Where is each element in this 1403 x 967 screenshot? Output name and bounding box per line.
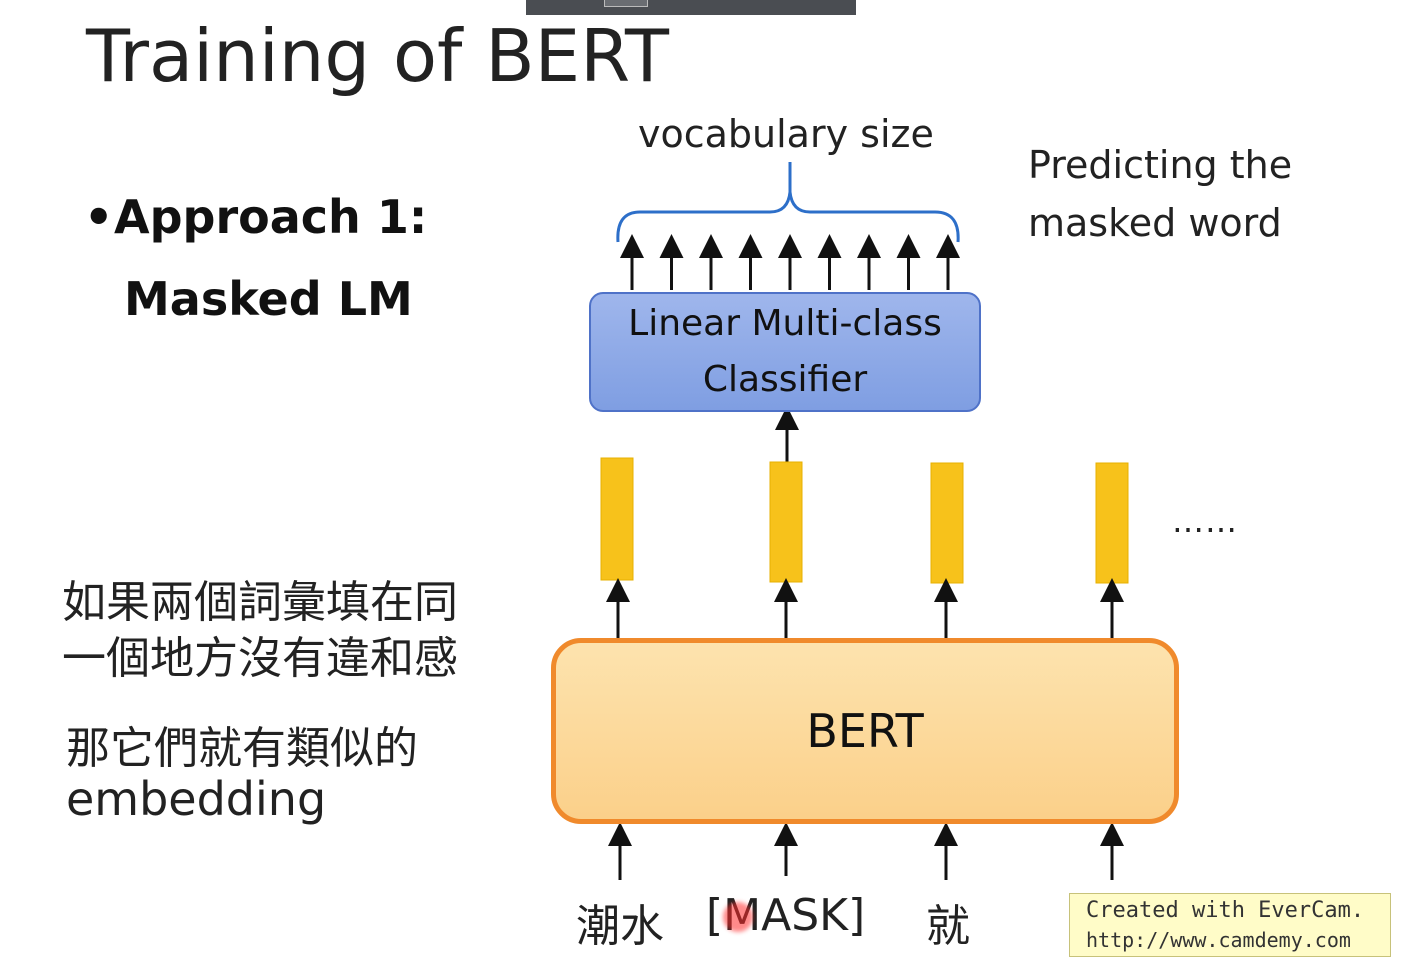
vocabulary-size-label: vocabulary size — [638, 112, 934, 156]
vocab-brace — [616, 162, 960, 243]
token-3: 就 — [926, 901, 970, 952]
bert-label: BERT — [806, 704, 924, 758]
bert-box: BERT — [551, 638, 1179, 824]
ellipsis: …… — [1172, 502, 1238, 540]
embedding-vector-2 — [769, 461, 803, 583]
predicting-label: Predicting the masked word — [1028, 143, 1293, 245]
embedding-vector-3 — [930, 462, 964, 584]
embedding-vector-1 — [600, 457, 634, 581]
linear-classifier-box: Linear Multi-class Classifier — [589, 292, 981, 412]
output-arrows — [620, 234, 960, 290]
token-1: 潮水 — [576, 901, 664, 952]
watermark-line2: http://www.camdemy.com — [1086, 928, 1351, 952]
embedding-vector-4 — [1095, 462, 1129, 584]
mouse-cursor-highlight — [723, 902, 753, 932]
classifier-label: Linear Multi-class Classifier — [628, 303, 942, 400]
watermark-line1: Created with EverCam. — [1086, 898, 1365, 923]
